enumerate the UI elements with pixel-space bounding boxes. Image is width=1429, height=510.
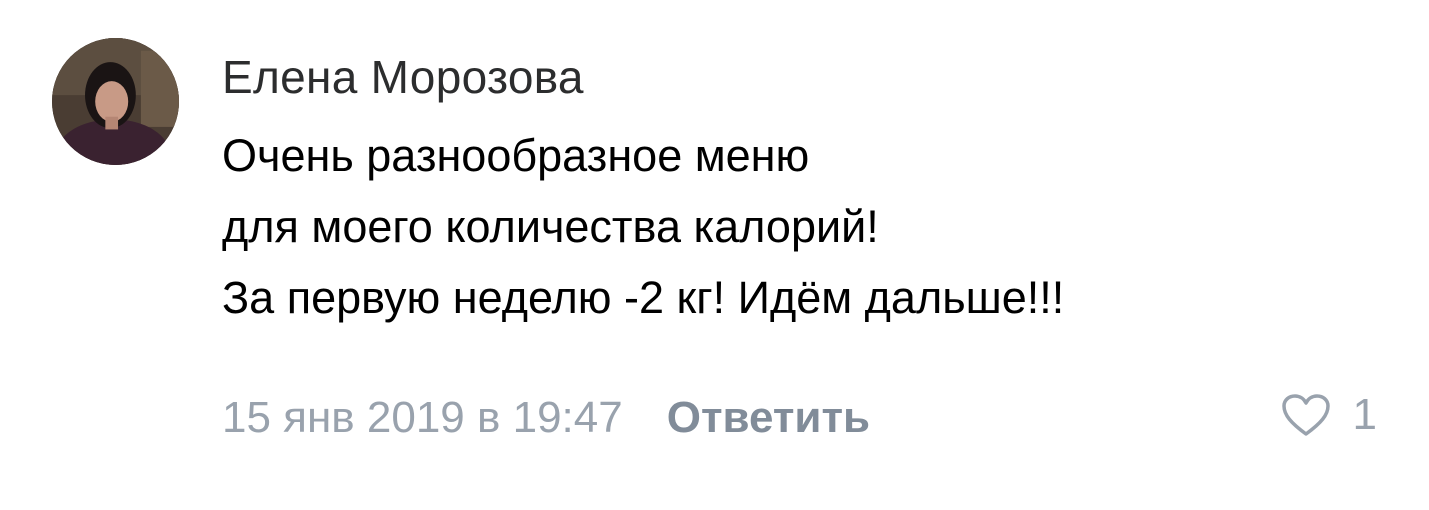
heart-outline-icon bbox=[1281, 394, 1330, 436]
avatar[interactable] bbox=[52, 38, 179, 165]
comment-text-line: для моего количества калорий! bbox=[222, 201, 879, 252]
comment-timestamp: 15 янв 2019 в 19:47 bbox=[222, 393, 623, 442]
comment-text-line: Очень разнообразное меню bbox=[222, 130, 810, 181]
comment-meta: 15 янв 2019 в 19:47 Ответить bbox=[222, 393, 870, 443]
comment-text: Очень разнообразное меню для моего колич… bbox=[222, 120, 1064, 333]
like-count: 1 bbox=[1352, 390, 1377, 439]
comment-author[interactable]: Елена Морозова bbox=[222, 50, 584, 104]
comment-text-line: За первую неделю -2 кг! Идём дальше!!! bbox=[222, 272, 1065, 323]
reply-button[interactable]: Ответить bbox=[667, 393, 870, 443]
avatar-photo bbox=[52, 38, 179, 165]
like-button[interactable]: 1 bbox=[1281, 390, 1377, 440]
